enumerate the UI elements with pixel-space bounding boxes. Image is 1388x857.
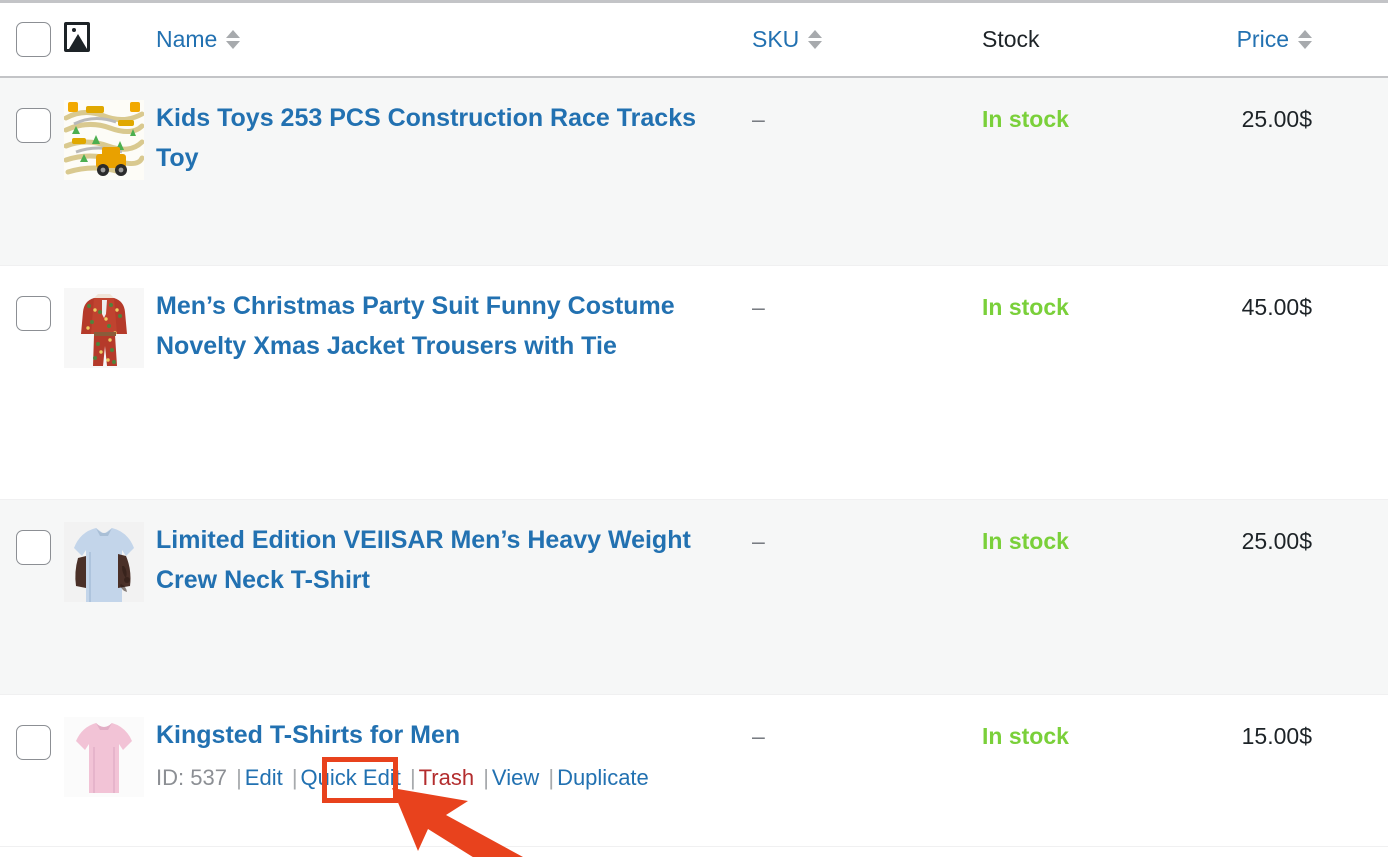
row-stock-cell: In stock: [944, 694, 1172, 846]
row-select-checkbox[interactable]: [16, 529, 51, 565]
row-name-cell: Kids Toys 253 PCS Construction Race Trac…: [156, 77, 716, 265]
table-header: Name SKU Stock Price: [0, 3, 1388, 78]
table-row: Men’s Christmas Party Suit Funny Costume…: [0, 265, 1388, 499]
row-price-cell: 25.00$: [1172, 499, 1388, 694]
row-thumbnail-cell: [64, 694, 156, 846]
sku-value: –: [752, 293, 765, 320]
sort-arrows-icon[interactable]: [226, 30, 241, 49]
price-value: 25.00$: [1241, 106, 1312, 132]
table-header-row: Name SKU Stock Price: [0, 3, 1388, 78]
column-header-name[interactable]: Name: [156, 3, 716, 78]
table-body: Kids Toys 253 PCS Construction Race Trac…: [0, 77, 1388, 846]
price-value: 15.00$: [1241, 722, 1312, 749]
price-value: 25.00$: [1241, 527, 1312, 554]
product-title-link[interactable]: Kids Toys 253 PCS Construction Race Trac…: [156, 104, 696, 172]
stock-status-badge: In stock: [982, 527, 1069, 554]
toy-race-track-thumbnail: [64, 100, 144, 180]
actions-separator: |: [548, 764, 555, 790]
table-row: Kingsted T-Shirts for Men ID: 537 | Edit …: [0, 694, 1388, 846]
pink-tshirt-thumbnail: [64, 716, 144, 797]
sort-arrows-icon[interactable]: [1298, 30, 1312, 49]
image-icon: [64, 21, 90, 52]
table-row: Kids Toys 253 PCS Construction Race Trac…: [0, 77, 1388, 265]
row-price-cell: 15.00$: [1172, 694, 1388, 846]
sku-value: –: [752, 722, 765, 749]
actions-separator: |: [236, 764, 242, 790]
product-list-screen: Name SKU Stock Price Kids Toys 253 PCS C…: [0, 0, 1388, 857]
row-thumbnail-cell: [64, 499, 156, 694]
actions-separator: |: [291, 764, 298, 790]
product-title-link[interactable]: Limited Edition VEIISAR Men’s Heavy Weig…: [156, 526, 691, 594]
product-title-link[interactable]: Kingsted T-Shirts for Men: [156, 721, 460, 749]
row-actions: ID: 537 | Edit | Quick Edit | Trash | View |…: [156, 758, 702, 798]
column-header-price[interactable]: Price: [1172, 3, 1388, 78]
trash-link[interactable]: Trash: [419, 765, 474, 790]
column-header-sku[interactable]: SKU: [716, 3, 944, 78]
row-select-checkbox[interactable]: [16, 724, 51, 760]
row-stock-cell: In stock: [944, 265, 1172, 499]
sort-by-price-link[interactable]: Price: [1237, 26, 1289, 53]
row-sku-cell: –: [716, 499, 944, 694]
sort-by-sku-link[interactable]: SKU: [752, 26, 799, 53]
sort-arrows-icon[interactable]: [808, 30, 823, 49]
blue-tshirt-thumbnail: [64, 521, 144, 602]
row-select-checkbox[interactable]: [16, 108, 51, 143]
sku-value: –: [752, 527, 765, 554]
christmas-suit-thumbnail: [64, 287, 144, 368]
row-checkbox-cell: [0, 694, 64, 846]
price-value: 45.00$: [1241, 293, 1312, 320]
row-checkbox-cell: [0, 265, 64, 499]
select-all-checkbox[interactable]: [16, 22, 51, 57]
row-checkbox-cell: [0, 499, 64, 694]
row-price-cell: 45.00$: [1172, 265, 1388, 499]
sku-value: –: [752, 106, 765, 132]
duplicate-link[interactable]: Duplicate: [557, 765, 649, 790]
row-select-checkbox[interactable]: [16, 295, 51, 331]
view-link[interactable]: View: [492, 765, 539, 790]
product-id-label: ID: 537: [156, 764, 227, 790]
product-title-link[interactable]: Men’s Christmas Party Suit Funny Costume…: [156, 292, 675, 360]
quick-edit-link[interactable]: Quick Edit: [301, 765, 401, 790]
row-checkbox-cell: [0, 77, 64, 265]
column-header-stock-label: Stock: [982, 26, 1040, 52]
row-price-cell: 25.00$: [1172, 77, 1388, 265]
row-stock-cell: In stock: [944, 499, 1172, 694]
column-header-checkbox: [0, 3, 64, 78]
row-sku-cell: –: [716, 694, 944, 846]
edit-link[interactable]: Edit: [245, 765, 283, 790]
row-name-cell: Kingsted T-Shirts for Men ID: 537 | Edit …: [156, 694, 716, 846]
row-name-cell: Men’s Christmas Party Suit Funny Costume…: [156, 265, 716, 499]
actions-separator: |: [483, 764, 489, 790]
row-thumbnail-cell: [64, 265, 156, 499]
stock-status-badge: In stock: [982, 106, 1069, 132]
column-header-stock: Stock: [944, 3, 1172, 78]
row-sku-cell: –: [716, 77, 944, 265]
row-name-cell: Limited Edition VEIISAR Men’s Heavy Weig…: [156, 499, 716, 694]
actions-separator: |: [409, 764, 416, 790]
sort-by-name-link[interactable]: Name: [156, 26, 217, 53]
column-header-thumbnail: [64, 3, 156, 78]
row-thumbnail-cell: [64, 77, 156, 265]
row-stock-cell: In stock: [944, 77, 1172, 265]
row-sku-cell: –: [716, 265, 944, 499]
stock-status-badge: In stock: [982, 722, 1069, 749]
table-row: Limited Edition VEIISAR Men’s Heavy Weig…: [0, 499, 1388, 694]
stock-status-badge: In stock: [982, 293, 1069, 320]
products-table: Name SKU Stock Price Kids Toys 253 PCS C…: [0, 3, 1388, 847]
